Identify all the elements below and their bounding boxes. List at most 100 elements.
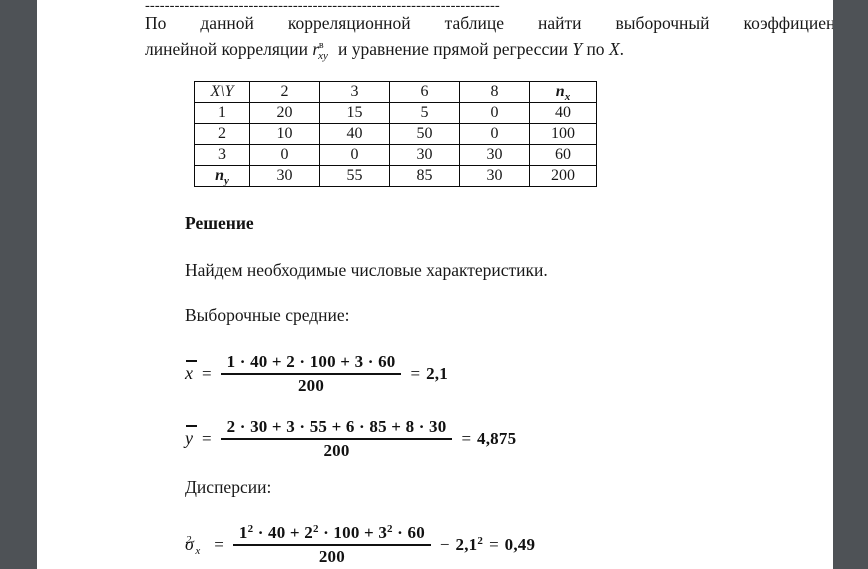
cell-r0-c1: 15 [319,102,390,124]
nx-subscript: x [564,91,571,103]
intro-paragraph: Найдем необходимые числовые характеристи… [185,260,548,280]
cell-r1-c1: 40 [319,123,390,145]
problem-line-2-po: по [582,39,609,59]
x-mean-equals: = [202,363,212,383]
term2-rest: · 100 + [318,523,379,542]
sample-means-label: Выборочные средние: [185,305,350,325]
table-header-row: X\Y 2 3 6 8 nx [194,81,597,103]
cell-r2-c0: 0 [249,144,320,166]
grand-total: 200 [529,165,597,187]
term1-exponent: 2 [247,523,254,535]
row-total-0: 40 [529,102,597,124]
cell-r1-c2: 50 [389,123,460,145]
col-total-2: 85 [389,165,460,187]
x-mean-result: 2,1 [426,363,448,383]
sigma-subscript: x [195,545,201,558]
y-mean-numerator: 2 · 30 + 3 · 55 + 6 · 85 + 8 · 30 [226,417,447,436]
y-mean-base: y [185,428,193,449]
row-label-x1: 1 [194,102,250,124]
row-total-1: 100 [529,123,597,145]
y-mean-fraction: 2 · 30 + 3 · 55 + 6 · 85 + 8 · 30 200 [220,417,453,461]
y-mean-result-equals: = [461,428,472,448]
cell-r1-c0: 10 [249,123,320,145]
subtracted-base: 2,1 [455,534,478,554]
cell-r2-c1: 0 [319,144,390,166]
column-header-y1: 2 [249,81,320,103]
col-total-header: ny [194,165,250,187]
r-superscript: в [318,40,324,51]
variable-y: Y [572,39,583,59]
col-total-1: 55 [319,165,390,187]
y-mean-denominator: 200 [323,440,350,460]
table-row: 3 0 0 30 30 60 [194,144,597,166]
problem-line-2-period: . [619,39,625,59]
column-header-y2: 3 [319,81,390,103]
x-mean-symbol: x [185,360,197,384]
equation-y-mean: y = 2 · 30 + 3 · 55 + 6 · 85 + 8 · 30 20… [185,417,516,461]
sigma-minus: − [439,534,450,554]
table-row: 2 10 40 50 0 100 [194,123,597,145]
x-mean-result-equals: = [410,363,421,383]
cell-r2-c2: 30 [389,144,460,166]
column-header-y3: 6 [389,81,460,103]
sigma-result-equals: = [489,534,499,554]
x-mean-base: x [185,363,193,384]
cell-r1-c3: 0 [459,123,530,145]
sigma-numerator: 12 · 40 + 22 · 100 + 32 · 60 [233,523,431,544]
ny-base: n [215,167,224,184]
row-total-header: nx [529,81,597,103]
row-label-x3: 3 [194,144,250,166]
variable-x: X [608,39,620,59]
cell-r0-c3: 0 [459,102,530,124]
table-totals-row: ny 30 55 85 30 200 [194,165,597,187]
x-mean-numerator: 1 · 40 + 2 · 100 + 3 · 60 [226,352,396,371]
solution-heading: Решение [185,213,254,233]
correlation-table: X\Y 2 3 6 8 nx 1 20 15 5 0 40 2 10 40 50… [194,81,597,187]
term1-base: 1 [238,523,248,542]
sigma-superscript: 2 [185,534,192,547]
term2-base: 2 [304,523,313,542]
term1-rest: · 40 + [253,523,305,542]
problem-statement: По данной корреляционной таблице найти в… [145,10,833,66]
problem-line-2-prefix: линейной корреляции [145,39,313,59]
term3-base: 3 [378,523,388,542]
r-subscript: xy [318,50,328,62]
x-mean-fraction: 1 · 40 + 2 · 100 + 3 · 60 200 [220,352,402,396]
sigma-result: 0,49 [504,534,536,554]
viewer-right-gutter [833,0,868,569]
y-mean-result: 4,875 [477,428,517,448]
equation-x-mean: x = 1 · 40 + 2 · 100 + 3 · 60 200 = 2,1 [185,352,448,396]
sigma-fraction: 12 · 40 + 22 · 100 + 32 · 60 200 [232,523,431,567]
term2-exponent: 2 [312,523,319,535]
term3-rest: · 60 [392,523,425,542]
sigma-subtracted-term: 2,12 [456,535,484,555]
row-label-x2: 2 [194,123,250,145]
cell-r2-c3: 30 [459,144,530,166]
subtracted-exponent: 2 [477,534,484,547]
y-mean-symbol: y [185,425,197,449]
sigma-x-symbol: σ2x [185,534,208,558]
viewer-left-gutter [0,0,37,569]
col-total-0: 30 [249,165,320,187]
sigma-equals: = [214,534,224,554]
problem-line-1: По данной корреляционной таблице найти в… [145,13,833,33]
problem-line-2: линейной корреляции rxyв и уравнение пря… [145,36,833,66]
document-viewer: ----------------------------------------… [0,0,868,569]
equation-sigma-x-squared: σ2x = 12 · 40 + 22 · 100 + 32 · 60 200 −… [185,523,535,567]
ny-subscript: y [224,175,229,187]
column-header-y4: 8 [459,81,530,103]
nx-base: n [555,83,565,100]
r-coefficient-symbol: rxyв [312,36,333,66]
row-total-2: 60 [529,144,597,166]
y-mean-equals: = [202,428,212,448]
term3-exponent: 2 [387,523,393,535]
x-mean-denominator: 200 [297,375,325,395]
table-row: 1 20 15 5 0 40 [194,102,597,124]
problem-line-2-middle: и уравнение прямой регрессии [333,39,573,59]
sigma-denominator: 200 [318,546,345,566]
cell-r0-c0: 20 [249,102,320,124]
document-page: ----------------------------------------… [37,0,833,569]
variance-label: Дисперсии: [185,477,272,497]
col-total-3: 30 [459,165,530,187]
cell-r0-c2: 5 [389,102,460,124]
